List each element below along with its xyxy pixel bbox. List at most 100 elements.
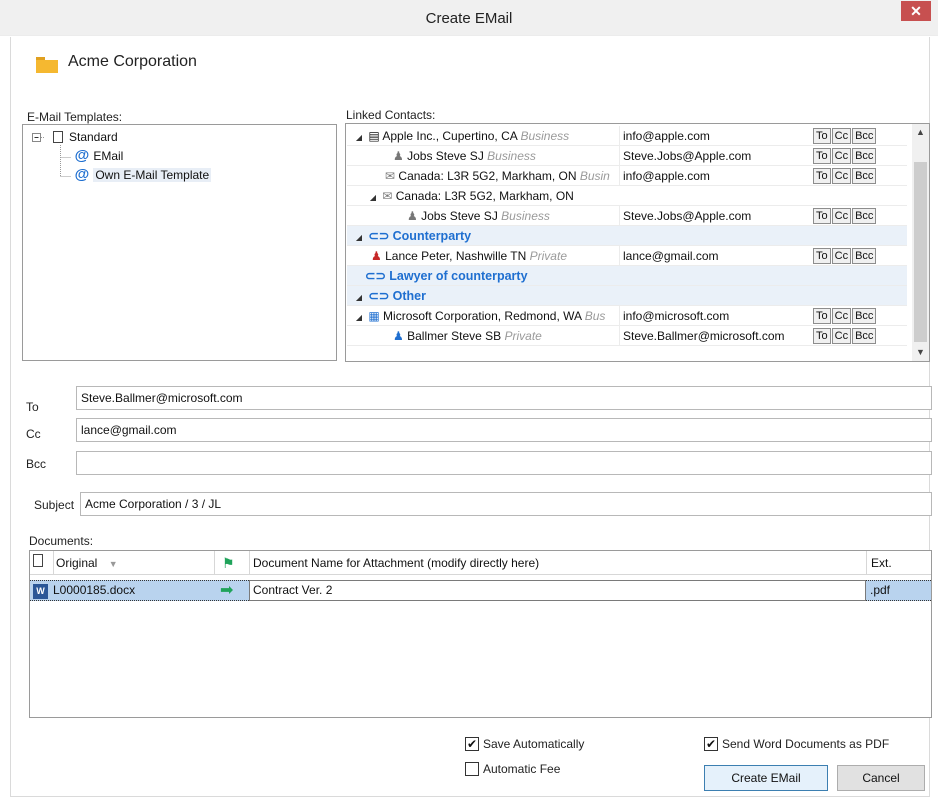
subject-field[interactable]: Acme Corporation / 3 / JL [80,492,932,516]
company-contact-icon: ▦ [368,309,380,323]
to-button[interactable]: To [813,308,831,324]
cc-button[interactable]: Cc [831,308,852,324]
person-icon: ♟ [393,329,404,343]
collapse-triangle-icon[interactable]: ◢ [353,288,365,308]
bcc-button[interactable]: Bcc [852,328,877,344]
cc-button[interactable]: Cc [831,148,852,164]
envelope-icon: ✉ [382,189,393,203]
send-pdf-checkbox[interactable]: ✔ [704,737,718,751]
tree-item-own-template[interactable]: @ Own E-Mail Template [74,166,212,184]
contact-category: Private [504,329,542,343]
link-icon: ⊂⊃ [368,229,390,243]
collapse-triangle-icon[interactable]: ◢ [367,188,379,208]
contact-row[interactable]: ◢ ▤ Apple Inc., Cupertino, CA Business i… [347,126,907,146]
to-field[interactable]: Steve.Ballmer@microsoft.com [76,386,932,410]
col-original[interactable]: Original ▼ [53,551,214,575]
bcc-button[interactable]: Bcc [852,248,877,264]
contact-category: Bus [584,309,606,323]
contact-name: Lance Peter, Nashwille TN [385,249,527,263]
link-icon: ⊂⊃ [368,289,390,303]
col-doc-name[interactable]: Document Name for Attachment (modify dir… [249,551,866,575]
scroll-up-icon[interactable]: ▲ [912,124,929,141]
tree-item-standard[interactable]: Standard [53,128,118,146]
cc-button[interactable]: Cc [831,248,852,264]
bcc-button[interactable]: Bcc [852,128,877,144]
contact-name: Ballmer Steve SB [407,329,502,343]
contact-email: Steve.Ballmer@microsoft.com [619,326,811,346]
subject-label: Subject [34,498,75,512]
contact-email: Steve.Jobs@Apple.com [619,146,811,166]
contact-name: Apple Inc., Cupertino, CA [382,129,518,143]
create-email-button[interactable]: Create EMail [704,765,828,791]
contact-row[interactable]: ◢ ✉ Canada: L3R 5G2, Markham, ON [347,186,907,206]
contact-name: Canada: L3R 5G2, Markham, ON [398,169,577,183]
contact-email: info@apple.com [619,126,811,146]
documents-header: Original ▼ ⚑ Document Name for Attachmen… [30,551,931,575]
col-ext[interactable]: Ext. [866,551,931,575]
contact-row[interactable]: ♟ Ballmer Steve SB Private Steve.Ballmer… [347,326,907,346]
contact-group-row[interactable]: ◢ ⊂⊃ Counterparty [347,226,907,246]
cc-button[interactable]: Cc [831,168,852,184]
collapse-triangle-icon[interactable]: ◢ [353,228,365,248]
contact-row[interactable]: ♟ Jobs Steve SJ Business Steve.Jobs@Appl… [347,206,907,226]
check-icon: ✔ [705,737,717,751]
to-button[interactable]: To [813,208,831,224]
document-icon [53,131,63,143]
bcc-button[interactable]: Bcc [852,208,877,224]
to-button[interactable]: To [813,328,831,344]
scroll-thumb[interactable] [914,162,927,342]
contact-group-row[interactable]: ◢ ⊂⊃ Other [347,286,907,306]
contact-category: Business [501,209,550,223]
group-name: Other [392,289,426,303]
collapse-triangle-icon[interactable]: ◢ [353,128,365,148]
close-button[interactable]: ✕ [901,1,931,21]
contact-row[interactable]: ♟ Jobs Steve SJ Business Steve.Jobs@Appl… [347,146,907,166]
cc-field[interactable]: lance@gmail.com [76,418,932,442]
save-auto-checkbox[interactable]: ✔ [465,737,479,751]
scroll-down-icon[interactable]: ▼ [912,344,929,361]
cancel-button[interactable]: Cancel [837,765,925,791]
bcc-button[interactable]: Bcc [852,168,877,184]
document-row[interactable]: W L0000185.docx ➡ Contract Ver. 2 .pdf [30,580,931,601]
contacts-scrollbar[interactable]: ▲ ▼ [912,124,929,361]
link-icon: ⊂⊃ [365,269,386,283]
person-icon: ♟ [407,209,418,223]
at-icon: @ [74,166,90,183]
document-name-input[interactable]: Contract Ver. 2 [249,580,866,601]
cc-button[interactable]: Cc [831,208,852,224]
contact-row[interactable]: ✉ Canada: L3R 5G2, Markham, ON Busin inf… [347,166,907,186]
auto-fee-checkbox[interactable] [465,762,479,776]
col-original-label: Original [56,556,98,570]
tree-item-label: Own E-Mail Template [93,168,212,182]
tree-item-email[interactable]: @ EMail [74,147,124,165]
save-auto-label: Save Automatically [483,737,585,751]
to-button[interactable]: To [813,248,831,264]
group-name: Counterparty [392,229,472,243]
close-icon: ✕ [910,3,922,19]
contacts-list: ◢ ▤ Apple Inc., Cupertino, CA Business i… [345,123,930,362]
bcc-field[interactable] [76,451,932,475]
contact-category: Business [520,129,570,143]
to-button[interactable]: To [813,128,831,144]
templates-tree: Standard @ EMail @ Own E-Mail Template [22,124,337,361]
send-pdf-label: Send Word Documents as PDF [722,737,890,751]
contact-category: Private [529,249,567,263]
contact-email: lance@gmail.com [619,246,811,266]
company-name: Acme Corporation [68,53,197,70]
collapse-triangle-icon[interactable]: ◢ [353,308,365,328]
to-button[interactable]: To [813,148,831,164]
contact-row[interactable]: ◢ ▦ Microsoft Corporation, Redmond, WA B… [347,306,907,326]
cc-button[interactable]: Cc [831,128,852,144]
contact-row[interactable]: ♟ Lance Peter, Nashwille TN Private lanc… [347,246,907,266]
cc-button[interactable]: Cc [831,328,852,344]
col-flag[interactable]: ⚑ [214,551,249,575]
word-icon: W [33,584,48,599]
folder-icon [36,57,58,73]
person-icon: ♟ [393,149,404,163]
bcc-button[interactable]: Bcc [852,148,877,164]
bcc-label: Bcc [26,457,47,471]
contact-group-row[interactable]: ⊂⊃ Lawyer of counterparty [347,266,907,286]
bcc-button[interactable]: Bcc [852,308,877,324]
to-button[interactable]: To [813,168,831,184]
contact-name: Jobs Steve SJ [407,149,484,163]
